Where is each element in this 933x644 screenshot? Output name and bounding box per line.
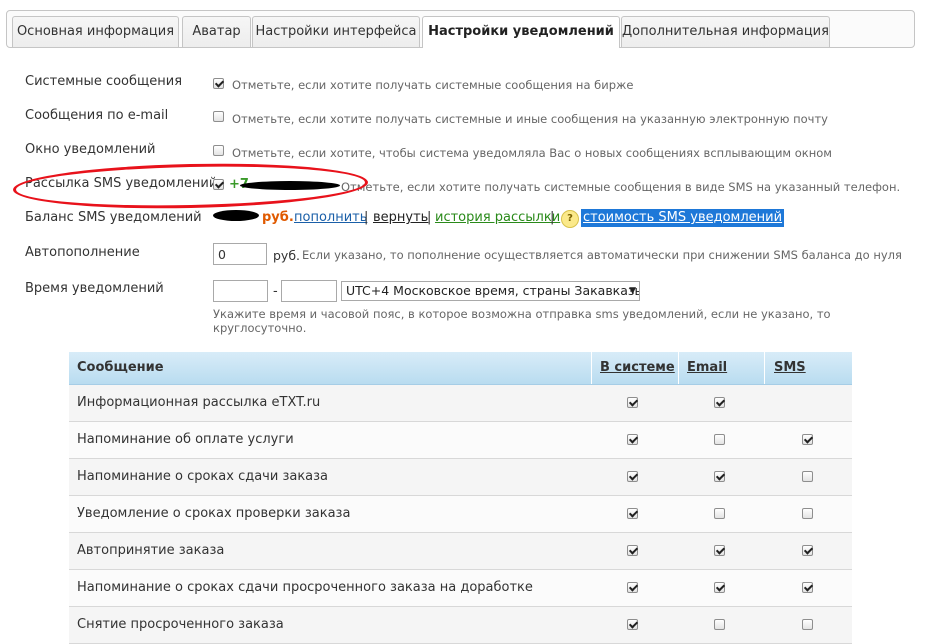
tab-interface-settings[interactable]: Настройки интерфейса	[252, 16, 420, 47]
message-name-cell: Информационная рассылка eTXT.ru	[77, 395, 321, 410]
email-checkbox[interactable]	[714, 434, 725, 445]
system-messages-label: Системные сообщения	[25, 74, 183, 89]
sms-checkbox[interactable]	[802, 508, 813, 519]
auto-topup-label: Автопополнение	[25, 245, 140, 260]
separator: |	[364, 210, 369, 225]
topup-link[interactable]: пополнить	[294, 210, 367, 225]
timezone-select[interactable]: UTC+4 Московское время, страны Закавказь…	[341, 281, 640, 301]
column-header-sms[interactable]: SMS	[774, 352, 806, 384]
sms-checkbox[interactable]	[802, 619, 813, 630]
email-checkbox[interactable]	[714, 397, 725, 408]
system-checkbox[interactable]	[627, 582, 638, 593]
email-messages-label: Сообщения по e-mail	[25, 108, 169, 123]
email-checkbox[interactable]	[714, 545, 725, 556]
auto-topup-hint: Если указано, то пополнение осуществляет…	[302, 248, 902, 262]
popup-notifications-hint: Отметьте, если хотите, чтобы система уве…	[232, 146, 832, 160]
system-messages-hint: Отметьте, если хотите получать системные…	[232, 78, 634, 92]
notifications-table: Сообщение В системе Email SMS Информацио…	[69, 352, 852, 644]
time-from-input[interactable]	[213, 280, 268, 302]
history-link[interactable]: история рассылки	[435, 210, 560, 225]
sms-balance-label: Баланс SMS уведомлений	[25, 210, 202, 225]
sms-checkbox[interactable]	[802, 545, 813, 556]
sms-notifications-checkbox[interactable]	[213, 179, 224, 190]
popup-notifications-label: Окно уведомлений	[25, 142, 156, 157]
separator: |	[550, 210, 555, 225]
separator: |	[427, 210, 432, 225]
tab-main-info[interactable]: Основная информация	[12, 16, 179, 47]
table-row: Снятие просроченного заказа	[69, 607, 852, 644]
table-body: Информационная рассылка eTXT.ru Напоминан…	[69, 385, 852, 644]
auto-topup-input[interactable]	[213, 243, 267, 265]
balance-redaction	[213, 210, 259, 221]
table-row: Информационная рассылка eTXT.ru	[69, 385, 852, 422]
system-checkbox[interactable]	[627, 545, 638, 556]
notification-time-hint-line1: Укажите время и часовой пояс, в которое …	[213, 307, 831, 321]
sms-checkbox[interactable]	[802, 434, 813, 445]
sms-notifications-label: Рассылка SMS уведомлений	[25, 176, 218, 191]
tab-notification-settings[interactable]: Настройки уведомлений	[422, 16, 620, 48]
message-name-cell: Напоминание о сроках сдачи заказа	[77, 469, 329, 484]
email-checkbox[interactable]	[714, 471, 725, 482]
auto-topup-currency: руб.	[273, 248, 301, 263]
message-name-cell: Напоминание о сроках сдачи просроченного…	[77, 580, 533, 595]
tab-bar: Основная информация Аватар Настройки инт…	[6, 10, 915, 48]
return-link[interactable]: вернуть	[373, 210, 428, 225]
column-header-email[interactable]: Email	[687, 352, 727, 384]
email-checkbox[interactable]	[714, 582, 725, 593]
table-row: Напоминание о сроках сдачи просроченного…	[69, 570, 852, 607]
message-name-cell: Напоминание об оплате услуги	[77, 432, 294, 447]
sms-checkbox[interactable]	[802, 582, 813, 593]
notification-time-hint-line2: круглосуточно.	[213, 321, 307, 335]
balance-currency: руб.	[262, 210, 294, 225]
column-header-message: Сообщение	[77, 360, 164, 375]
table-row: Напоминание о сроках сдачи заказа	[69, 459, 852, 496]
sms-checkbox[interactable]	[802, 471, 813, 482]
column-divider	[591, 352, 592, 384]
system-checkbox[interactable]	[627, 619, 638, 630]
message-name-cell: Автопринятие заказа	[77, 543, 225, 558]
email-checkbox[interactable]	[714, 619, 725, 630]
tab-additional-info[interactable]: Дополнительная информация	[621, 16, 830, 47]
email-messages-checkbox[interactable]	[213, 111, 224, 122]
help-icon[interactable]: ?	[561, 210, 579, 228]
time-to-input[interactable]	[281, 280, 337, 302]
email-checkbox[interactable]	[714, 508, 725, 519]
system-checkbox[interactable]	[627, 508, 638, 519]
table-row: Автопринятие заказа	[69, 533, 852, 570]
column-divider	[678, 352, 679, 384]
dropdown-arrow-icon: ▼	[629, 286, 636, 296]
system-messages-checkbox[interactable]	[213, 78, 224, 89]
table-row: Напоминание об оплате услуги	[69, 422, 852, 459]
table-header: Сообщение В системе Email SMS	[69, 352, 852, 385]
sms-cost-link[interactable]: стоимость SMS уведомлений	[581, 209, 785, 227]
timezone-selected-value: UTC+4 Московское время, страны Закавказь…	[346, 283, 640, 298]
column-divider	[764, 352, 765, 384]
email-messages-hint: Отметьте, если хотите получать системные…	[232, 112, 828, 126]
time-dash: -	[273, 284, 278, 299]
table-row: Уведомление о сроках проверки заказа	[69, 496, 852, 533]
system-checkbox[interactable]	[627, 397, 638, 408]
notification-time-label: Время уведомлений	[25, 281, 164, 296]
tab-avatar[interactable]: Аватар	[182, 16, 251, 47]
system-checkbox[interactable]	[627, 434, 638, 445]
column-header-system[interactable]: В системе	[600, 352, 675, 384]
message-name-cell: Снятие просроченного заказа	[77, 617, 284, 632]
sms-notifications-hint: Отметьте, если хотите получать системные…	[341, 180, 901, 194]
phone-redaction	[240, 181, 340, 190]
system-checkbox[interactable]	[627, 471, 638, 482]
message-name-cell: Уведомление о сроках проверки заказа	[77, 506, 351, 521]
popup-notifications-checkbox[interactable]	[213, 145, 224, 156]
